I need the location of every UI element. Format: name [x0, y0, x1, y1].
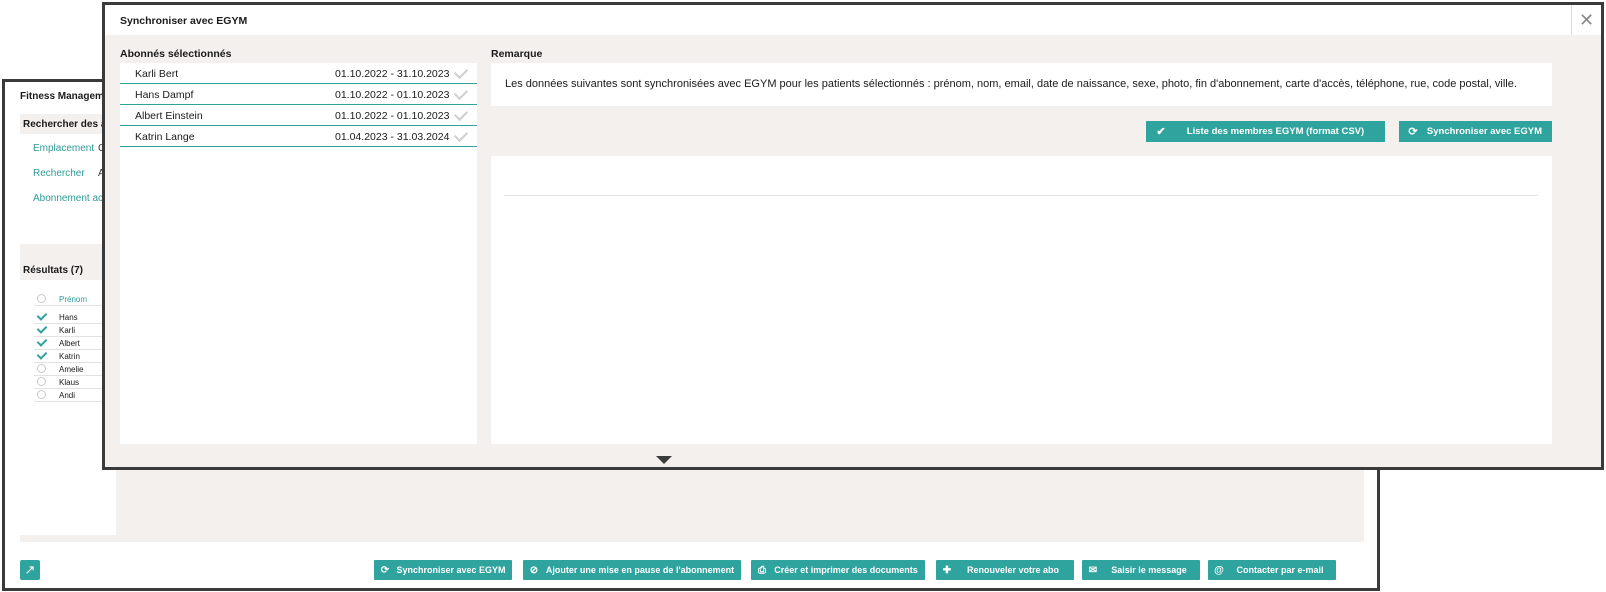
filter-label-location: Emplacement	[33, 143, 95, 154]
member-period: 01.04.2023 - 31.03.2024	[335, 131, 450, 143]
dialog-titlebar: Synchroniser avec EGYM ✕	[105, 5, 1601, 35]
row-checkbox[interactable]	[37, 377, 46, 386]
row-firstname: Katrin	[59, 352, 80, 361]
row-firstname: Karli	[59, 326, 76, 335]
renew-subscription-button[interactable]: ✚ Renouveler votre abo	[936, 560, 1074, 580]
remark-text: Les données suivantes sont synchronisées…	[505, 78, 1517, 90]
divider	[504, 195, 1538, 196]
selected-members-title: Abonnés sélectionnés	[120, 48, 232, 60]
member-period: 01.10.2022 - 31.10.2023	[335, 68, 450, 80]
at-icon: @	[1214, 564, 1224, 576]
member-name: Karli Bert	[135, 68, 179, 80]
enter-message-button[interactable]: ✉ Saisir le message	[1082, 560, 1200, 580]
row-checkbox[interactable]	[37, 351, 46, 360]
pause-circle-icon: ⊘	[529, 564, 539, 576]
list-item[interactable]: Hans Dampf 01.10.2022 - 01.10.2023	[120, 84, 477, 105]
results-title: Résultats (7)	[23, 265, 84, 276]
share-icon[interactable]: ↗	[20, 560, 40, 580]
egym-csv-list-button[interactable]: ✔ Liste des membres EGYM (format CSV)	[1146, 121, 1385, 142]
row-checkbox[interactable]	[37, 390, 46, 399]
check-icon	[453, 85, 469, 101]
member-period: 01.10.2022 - 01.10.2023	[335, 110, 450, 122]
member-name: Hans Dampf	[135, 89, 194, 101]
plus-icon: ✚	[942, 564, 952, 576]
remark-box: Les données suivantes sont synchronisées…	[491, 63, 1552, 106]
select-all-checkbox[interactable]	[37, 294, 46, 303]
filter-label-active-subscription: Abonnement actif	[33, 193, 111, 204]
envelope-icon: ✉	[1088, 564, 1098, 576]
check-icon	[453, 64, 469, 80]
row-firstname: Hans	[59, 313, 78, 322]
row-checkbox[interactable]	[37, 338, 46, 347]
remark-title: Remarque	[491, 48, 543, 60]
check-icon	[453, 127, 469, 143]
row-checkbox[interactable]	[37, 325, 46, 334]
list-item[interactable]: Karli Bert 01.10.2022 - 31.10.2023	[120, 63, 477, 84]
sync-egym-button[interactable]: ⟳ Synchroniser avec EGYM	[1399, 121, 1552, 142]
row-firstname: Albert	[59, 339, 80, 348]
add-pause-button[interactable]: ⊘ Ajouter une mise en pause de l'abonnem…	[523, 560, 741, 580]
row-checkbox[interactable]	[37, 364, 46, 373]
row-checkbox[interactable]	[37, 312, 46, 321]
checkmark-icon: ✔	[1156, 126, 1166, 138]
member-name: Katrin Lange	[135, 131, 195, 143]
list-item[interactable]: Katrin Lange 01.04.2023 - 31.03.2024	[120, 126, 477, 147]
printer-icon: ⎙	[758, 564, 766, 576]
list-item[interactable]: Albert Einstein 01.10.2022 - 01.10.2023	[120, 105, 477, 126]
selected-members-list: Karli Bert 01.10.2022 - 31.10.2023 Hans …	[120, 63, 477, 444]
close-icon[interactable]: ✕	[1571, 5, 1601, 35]
sync-icon: ⟳	[380, 564, 390, 576]
sync-icon: ⟳	[1408, 126, 1418, 138]
member-period: 01.10.2022 - 01.10.2023	[335, 89, 450, 101]
filter-label-search: Rechercher	[33, 168, 85, 179]
member-name: Albert Einstein	[135, 110, 203, 122]
sync-output-panel	[491, 156, 1552, 444]
print-documents-button[interactable]: ⎙ Créer et imprimer des documents	[751, 560, 925, 580]
dialog-title: Synchroniser avec EGYM	[120, 15, 248, 27]
dialog-pointer	[656, 456, 672, 464]
sync-egym-button[interactable]: ⟳ Synchroniser avec EGYM	[374, 560, 512, 580]
column-header-firstname[interactable]: Prénom	[59, 295, 87, 304]
check-icon	[453, 106, 469, 122]
row-firstname: Amelie	[59, 365, 84, 374]
row-firstname: Klaus	[59, 378, 80, 387]
contact-email-button[interactable]: @ Contacter par e-mail	[1208, 560, 1336, 580]
sync-egym-dialog: Synchroniser avec EGYM ✕ Abonnés sélecti…	[102, 2, 1604, 470]
row-firstname: Andi	[59, 391, 76, 400]
